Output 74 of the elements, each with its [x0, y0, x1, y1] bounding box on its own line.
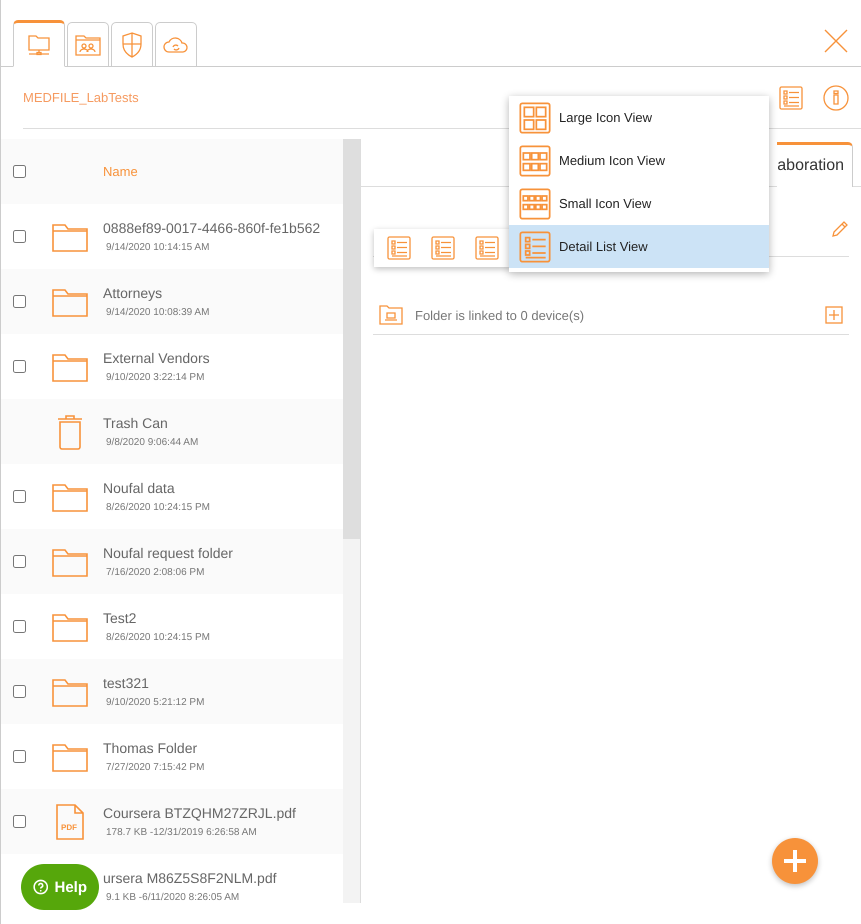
row-checkbox[interactable] — [12, 685, 26, 698]
tab[interactable] — [13, 20, 65, 67]
plus-icon — [782, 848, 808, 874]
info-button[interactable] — [823, 84, 849, 110]
list-icon — [431, 236, 455, 260]
row-checkbox[interactable] — [12, 555, 26, 568]
file-name[interactable]: test321 — [103, 675, 204, 691]
file-details: 9.1 KB -6/11/2020 8:26:05 AM — [105, 892, 240, 903]
row-checkbox[interactable] — [12, 360, 26, 373]
file-details: 9/8/2020 9:06:44 AM — [105, 437, 198, 448]
grid-icon — [519, 102, 551, 134]
tab[interactable] — [155, 22, 197, 67]
folder-icon — [52, 546, 88, 576]
row-checkbox[interactable] — [12, 295, 26, 308]
question-icon — [33, 877, 48, 897]
file-details: 9/10/2020 3:22:14 PM — [105, 372, 206, 383]
file-name[interactable]: Attorneys — [103, 285, 210, 301]
shield-icon — [121, 32, 143, 58]
add-button[interactable] — [772, 838, 818, 884]
row-checkbox[interactable] — [12, 815, 26, 828]
row-checkbox[interactable] — [12, 490, 26, 503]
menu-item[interactable]: Medium Icon View — [509, 139, 769, 182]
cloud-sync-icon — [163, 34, 189, 54]
trash-icon — [56, 414, 84, 450]
folder-icon — [52, 742, 88, 772]
folder-icon — [52, 676, 88, 706]
list-icon — [779, 86, 803, 110]
row-checkbox[interactable] — [12, 230, 26, 243]
scrollbar[interactable] — [343, 139, 360, 903]
close-button[interactable] — [823, 28, 849, 54]
row-checkbox[interactable] — [12, 750, 26, 763]
folder-icon — [52, 352, 88, 382]
file-details: 9/14/2020 10:14:15 AM — [105, 242, 210, 253]
file-details: 8/26/2020 10:24:15 PM — [105, 502, 210, 513]
file-name[interactable]: Coursera BTZQHM27ZRJL.pdf — [103, 805, 296, 821]
tab[interactable] — [111, 22, 153, 67]
device-folder-icon — [379, 305, 403, 325]
file-details: 9/14/2020 10:08:39 AM — [105, 307, 210, 318]
file-name[interactable]: 0888ef89-0017-4466-860f-fe1b562 — [103, 220, 320, 236]
grid-icon — [519, 188, 551, 220]
pencil-icon[interactable] — [831, 220, 849, 238]
file-name[interactable]: Thomas Folder — [103, 740, 204, 756]
menu-item[interactable]: Small Icon View — [509, 182, 769, 225]
tab[interactable] — [67, 22, 109, 67]
scrollbar-thumb[interactable] — [343, 139, 360, 539]
file-name[interactable]: Noufal request folder — [103, 545, 233, 561]
select-all-checkbox[interactable] — [12, 165, 26, 178]
list-icon — [475, 236, 499, 260]
file-name[interactable]: Trash Can — [103, 415, 198, 431]
file-details: 7/16/2020 2:08:06 PM — [105, 567, 206, 578]
list-icon — [387, 236, 411, 260]
row-checkbox[interactable] — [12, 620, 26, 633]
folder-icon — [52, 482, 88, 512]
grid-icon — [519, 144, 551, 176]
folder-icon — [52, 286, 88, 316]
add-device-icon[interactable] — [825, 306, 843, 324]
file-details: 178.7 KB -12/31/2019 6:26:58 AM — [105, 827, 258, 838]
detail-tab[interactable]: aboration — [777, 142, 853, 187]
folder-icon — [52, 222, 88, 252]
menu-item[interactable]: Large Icon View — [509, 96, 769, 139]
file-details: 8/26/2020 10:24:15 PM — [105, 632, 210, 643]
file-details: 9/10/2020 5:21:12 PM — [105, 697, 204, 708]
file-name[interactable]: External Vendors — [103, 350, 210, 366]
menu-item[interactable]: Detail List View — [509, 225, 769, 268]
file-name[interactable]: Test2 — [103, 610, 210, 626]
list-icon — [519, 230, 551, 262]
view-list-button[interactable] — [779, 86, 803, 110]
folder-icon — [52, 612, 88, 642]
linked-devices-text: Folder is linked to 0 device(s) — [415, 308, 586, 322]
file-name[interactable]: ursera M86Z5S8F2NLM.pdf — [103, 870, 277, 886]
folder-network-icon — [27, 32, 51, 56]
file-name[interactable]: Noufal data — [103, 480, 210, 496]
file-details: 7/27/2020 7:15:42 PM — [105, 762, 204, 773]
shared-folder-icon — [75, 34, 101, 56]
